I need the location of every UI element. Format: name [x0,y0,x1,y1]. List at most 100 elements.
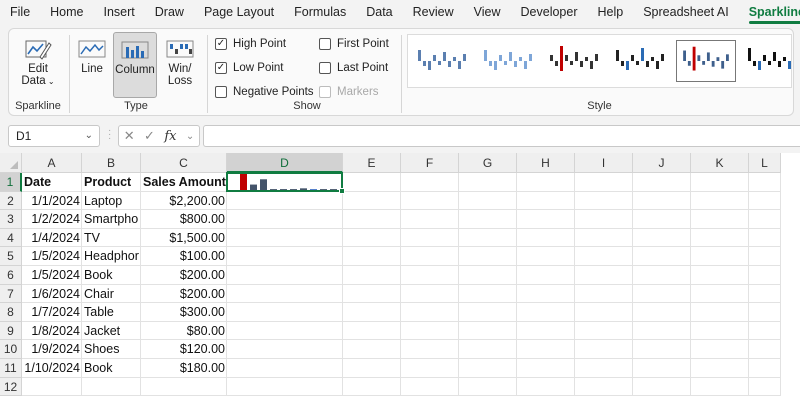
style-thumb-3[interactable] [544,40,604,82]
row-header-10[interactable]: 10 [0,340,22,359]
cell[interactable] [517,377,575,397]
cell[interactable] [459,359,517,378]
row-header-7[interactable]: 7 [0,284,22,304]
cell[interactable] [227,340,343,359]
cell[interactable] [633,247,691,266]
cell[interactable] [575,303,633,322]
cell[interactable] [401,284,459,304]
cell[interactable] [575,210,633,229]
cell[interactable] [749,173,781,192]
column-header-a[interactable]: A [22,153,82,173]
style-thumb-2[interactable] [478,40,538,82]
menu-data[interactable]: Data [356,0,402,24]
column-header-f[interactable]: F [401,153,459,173]
cell[interactable] [575,191,633,211]
cell[interactable] [517,228,575,248]
cell[interactable] [517,303,575,322]
cell[interactable] [575,377,633,397]
cell[interactable] [517,321,575,341]
cell[interactable] [459,173,517,192]
cell[interactable] [633,228,691,248]
cell[interactable] [691,173,749,192]
cell[interactable] [227,303,343,322]
column-header-e[interactable]: E [343,153,401,173]
more-options-icon[interactable]: · · · [108,126,111,144]
cell[interactable] [227,266,343,285]
cell[interactable] [691,210,749,229]
cell[interactable] [343,340,401,359]
cell[interactable] [343,210,401,229]
row-header-6[interactable]: 6 [0,266,22,285]
cell[interactable] [141,377,227,397]
cell[interactable] [401,247,459,266]
menu-sparkline[interactable]: Sparkline [739,0,800,24]
cell[interactable] [227,284,343,304]
cell[interactable] [459,321,517,341]
high-point-checkbox[interactable]: ✓ High Point [215,35,286,53]
column-header-k[interactable]: K [691,153,749,173]
select-all-button[interactable] [0,153,22,173]
cell[interactable] [343,228,401,248]
row-header-2[interactable]: 2 [0,191,22,211]
row-header-5[interactable]: 5 [0,247,22,266]
cell[interactable] [691,284,749,304]
cell[interactable] [691,340,749,359]
cell[interactable] [517,284,575,304]
menu-insert[interactable]: Insert [94,0,145,24]
enter-icon[interactable]: ✓ [144,128,155,144]
cell[interactable] [749,191,781,211]
negative-points-checkbox[interactable]: Negative Points [215,83,314,101]
cell[interactable] [343,377,401,397]
cell[interactable] [749,359,781,378]
last-point-checkbox[interactable]: Last Point [319,59,388,77]
cell[interactable] [517,247,575,266]
cell[interactable] [343,247,401,266]
cell[interactable] [633,321,691,341]
cell[interactable] [343,303,401,322]
style-thumb-1[interactable] [412,40,472,82]
cell[interactable] [575,173,633,192]
winloss-type-button[interactable]: Win/ Loss [161,32,199,94]
cell[interactable] [401,191,459,211]
cell[interactable] [401,228,459,248]
cell[interactable] [227,321,343,341]
style-thumb-4[interactable] [610,40,670,82]
menu-page-layout[interactable]: Page Layout [194,0,284,24]
cell[interactable] [749,340,781,359]
cell[interactable] [401,173,459,192]
cell[interactable] [459,191,517,211]
cell[interactable] [227,359,343,378]
cell[interactable] [575,321,633,341]
cell[interactable] [691,321,749,341]
cell[interactable] [343,266,401,285]
cell[interactable] [691,228,749,248]
cell[interactable] [517,173,575,192]
cell[interactable] [633,266,691,285]
menu-review[interactable]: Review [403,0,464,24]
cell[interactable] [633,210,691,229]
line-type-button[interactable]: Line [73,32,111,94]
column-header-g[interactable]: G [459,153,517,173]
cell[interactable] [343,173,401,192]
chevron-down-icon[interactable]: ⌄ [186,131,194,142]
cell[interactable] [633,359,691,378]
cell[interactable] [227,210,343,229]
cell[interactable] [691,377,749,397]
cell[interactable] [401,340,459,359]
chevron-down-icon[interactable]: ⌄ [85,126,93,146]
cell[interactable] [633,377,691,397]
cell[interactable] [633,191,691,211]
column-header-b[interactable]: B [82,153,141,173]
cell[interactable] [401,266,459,285]
cell[interactable] [227,377,343,397]
cell[interactable] [517,266,575,285]
column-header-c[interactable]: C [141,153,227,173]
cell[interactable] [749,228,781,248]
edit-data-button[interactable]: Edit Data ⌄ [15,32,61,94]
cell[interactable] [749,284,781,304]
cell[interactable] [575,266,633,285]
cell[interactable] [749,321,781,341]
cell[interactable] [691,191,749,211]
cell[interactable] [749,303,781,322]
column-header-i[interactable]: I [575,153,633,173]
